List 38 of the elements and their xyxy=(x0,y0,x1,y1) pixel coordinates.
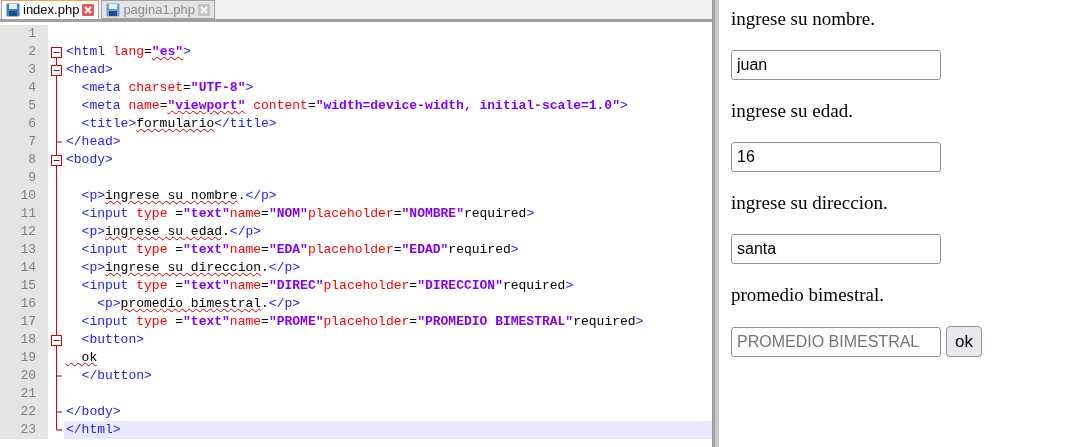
line-number: 10 xyxy=(0,187,48,205)
field-label: promedio bimestral. xyxy=(731,284,885,306)
text-field[interactable]: 16 xyxy=(731,142,941,172)
line-number: 1 xyxy=(0,25,48,43)
fold-toggle-icon[interactable] xyxy=(51,335,62,346)
field-label: ingrese su edad. xyxy=(731,100,853,122)
file-tab[interactable]: index.php xyxy=(1,0,100,19)
fold-toggle-icon[interactable] xyxy=(51,155,62,166)
line-number: 9 xyxy=(0,169,48,187)
line-number: 12 xyxy=(0,223,48,241)
text-field[interactable]: juan xyxy=(731,50,941,80)
line-number: 22 xyxy=(0,403,48,421)
fold-toggle-icon[interactable] xyxy=(51,47,62,58)
text-field[interactable]: santa xyxy=(731,234,941,264)
line-number: 14 xyxy=(0,259,48,277)
field-label: ingrese su direccion. xyxy=(731,192,888,214)
line-number: 6 xyxy=(0,115,48,133)
field-label: ingrese su nombre. xyxy=(731,8,876,30)
line-number: 13 xyxy=(0,241,48,259)
line-number: 23 xyxy=(0,421,48,439)
line-number: 21 xyxy=(0,385,48,403)
line-number: 15 xyxy=(0,277,48,295)
line-number: 7 xyxy=(0,133,48,151)
line-number: 16 xyxy=(0,295,48,313)
line-number: 11 xyxy=(0,205,48,223)
close-icon[interactable] xyxy=(82,4,95,16)
line-number: 3 xyxy=(0,61,48,79)
line-number: 5 xyxy=(0,97,48,115)
fold-toggle-icon[interactable] xyxy=(51,65,62,76)
line-number: 19 xyxy=(0,349,48,367)
line-number: 20 xyxy=(0,367,48,385)
line-number: 18 xyxy=(0,331,48,349)
ok-button[interactable]: ok xyxy=(946,326,982,357)
line-number: 4 xyxy=(0,79,48,97)
line-number: 8 xyxy=(0,151,48,169)
line-number: 2 xyxy=(0,43,48,61)
text-field[interactable]: PROMEDIO BIMESTRAL xyxy=(731,326,941,357)
line-number: 17 xyxy=(0,313,48,331)
